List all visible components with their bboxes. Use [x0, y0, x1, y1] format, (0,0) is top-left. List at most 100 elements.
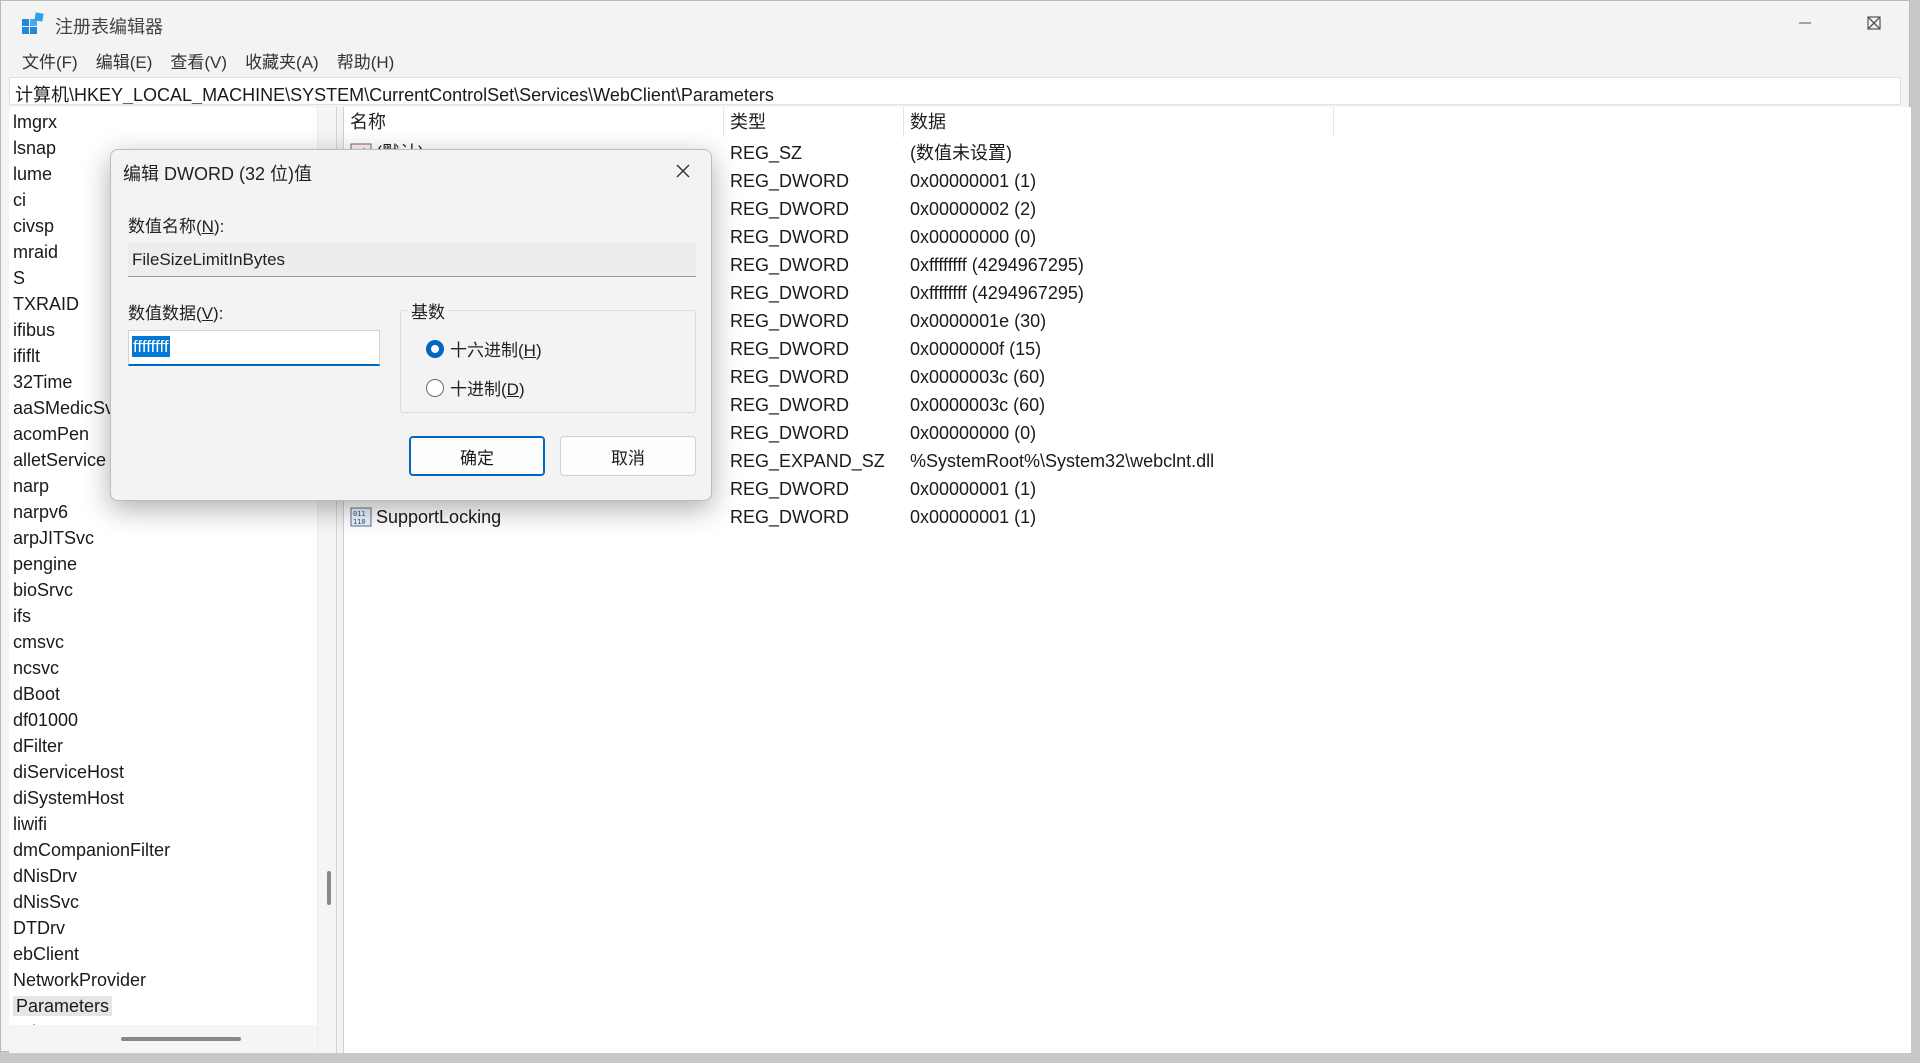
tree-item[interactable]: NetworkProvider	[13, 967, 170, 993]
window-title: 注册表编辑器	[55, 17, 163, 37]
tree-item[interactable]: bioSrvc	[13, 577, 170, 603]
value-data: 0xffffffff (4294967295)	[910, 283, 1084, 303]
close-button[interactable]	[1839, 1, 1909, 45]
edit-dword-dialog: 编辑 DWORD (32 位)值 数值名称(N): FileSizeLimitI…	[110, 149, 712, 501]
value-name-label: 数值名称(N):	[128, 217, 225, 236]
menu-view[interactable]: 查看(V)	[161, 46, 236, 75]
tree-item[interactable]: dFilter	[13, 733, 170, 759]
value-type: REG_DWORD	[730, 283, 850, 303]
value-data: 0x00000001 (1)	[910, 171, 1037, 191]
tree-item-label: diSystemHost	[13, 788, 125, 808]
tree-item[interactable]: lmgrx	[13, 109, 170, 135]
value-type: REG_DWORD	[730, 171, 850, 191]
tree-item[interactable]: dmCompanionFilter	[13, 837, 170, 863]
value-data: (数值未设置)	[910, 143, 1012, 163]
value-type: REG_DWORD	[730, 395, 850, 415]
tree-item[interactable]: ebClient	[13, 941, 170, 967]
tree-item-label: diServiceHost	[13, 762, 125, 782]
tree-item-label: alletService	[13, 450, 107, 470]
tree-item-label: acomPen	[13, 424, 90, 444]
tree-item[interactable]: Parameters	[13, 993, 170, 1019]
menu-help[interactable]: 帮助(H)	[328, 46, 404, 75]
tree-item-label: TXRAID	[13, 294, 80, 314]
column-header-name[interactable]: 名称	[344, 107, 724, 137]
tree-item[interactable]: pengine	[13, 551, 170, 577]
tree-item[interactable]: diSystemHost	[13, 785, 170, 811]
value-type: REG_DWORD	[730, 507, 850, 527]
tree-item-label: bioSrvc	[13, 580, 74, 600]
tree-item-label: aaSMedicSvc	[13, 398, 124, 418]
value-data: 0x00000002 (2)	[910, 199, 1037, 219]
tree-item[interactable]: cmsvc	[13, 629, 170, 655]
tree-item-label: ncsvc	[13, 658, 60, 678]
value-data: 0x0000003c (60)	[910, 367, 1046, 387]
base-group-label: 基数	[408, 298, 448, 323]
radio-decimal[interactable]: 十进制(D)	[426, 375, 525, 400]
address-bar[interactable]: 计算机\HKEY_LOCAL_MACHINE\SYSTEM\CurrentCon…	[9, 77, 1901, 105]
ok-button[interactable]: 确定	[409, 436, 545, 476]
tree-item[interactable]: dBoot	[13, 681, 170, 707]
value-data: 0x0000000f (15)	[910, 339, 1042, 359]
value-data: %SystemRoot%\System32\webclnt.dll	[910, 451, 1215, 471]
value-type: REG_DWORD	[730, 199, 850, 219]
column-header-data[interactable]: 数据	[904, 107, 1334, 137]
tree-item-label: civsp	[13, 216, 55, 236]
dialog-title: 编辑 DWORD (32 位)值	[123, 164, 312, 184]
tree-item-label: narpv6	[13, 502, 69, 522]
tree-item[interactable]: df01000	[13, 707, 170, 733]
value-type: REG_DWORD	[730, 367, 850, 387]
radio-hex-indicator	[426, 339, 444, 358]
tree-item-label: lmgrx	[13, 112, 57, 132]
value-data-label: 数值数据(V):	[128, 304, 224, 323]
tree-item[interactable]: arpJITSvc	[13, 525, 170, 551]
tree-item-label: liwifi	[13, 814, 47, 834]
tree-item-label: 32Time	[13, 372, 73, 392]
tree-item-label: S	[13, 268, 26, 288]
value-type: REG_SZ	[730, 143, 803, 163]
menu-bar: 文件(F) 编辑(E) 查看(V) 收藏夹(A) 帮助(H)	[1, 45, 1909, 75]
tree-item-label: ifibus	[13, 320, 56, 340]
tree-item-label: ebClient	[13, 944, 80, 964]
tree-horizontal-scrollbar[interactable]	[9, 1025, 317, 1053]
tree-item[interactable]: dNisSvc	[13, 889, 170, 915]
dword-value-icon: 011110	[350, 507, 372, 527]
tree-item-label: Parameters	[13, 996, 113, 1016]
tree-item[interactable]: dNisDrv	[13, 863, 170, 889]
tree-item[interactable]: liwifi	[13, 811, 170, 837]
svg-text:110: 110	[353, 518, 366, 526]
svg-text:011: 011	[353, 510, 366, 518]
close-icon	[1867, 16, 1881, 30]
tree-item[interactable]: ifs	[13, 603, 170, 629]
tree-item-label: narp	[13, 476, 50, 496]
value-data: 0x0000001e (30)	[910, 311, 1047, 331]
tree-item-label: ci	[13, 190, 26, 210]
value-type: REG_DWORD	[730, 339, 850, 359]
tree-item-label: pengine	[13, 554, 78, 574]
dialog-close-button[interactable]	[665, 154, 701, 188]
value-data-input[interactable]: ffffffff	[128, 330, 380, 366]
value-name-field: FileSizeLimitInBytes	[128, 243, 696, 277]
minimize-button[interactable]	[1770, 1, 1840, 45]
tree-horizontal-scroll-thumb[interactable]	[121, 1037, 241, 1041]
tree-item-label: mraid	[13, 242, 59, 262]
tree-item-label: ififlt	[13, 346, 40, 366]
tree-item[interactable]: ncsvc	[13, 655, 170, 681]
menu-favorites[interactable]: 收藏夹(A)	[236, 46, 328, 75]
menu-edit[interactable]: 编辑(E)	[87, 46, 162, 75]
tree-item-label: cmsvc	[13, 632, 64, 652]
tree-item-label: NetworkProvider	[13, 970, 147, 990]
tree-vertical-scroll-thumb[interactable]	[327, 871, 331, 905]
tree-item-label: DTDrv	[13, 918, 65, 938]
radio-hexadecimal[interactable]: 十六进制(H)	[426, 336, 542, 361]
tree-item[interactable]: DTDrv	[13, 915, 170, 941]
tree-item[interactable]: diServiceHost	[13, 759, 170, 785]
title-bar[interactable]: 注册表编辑器	[1, 1, 1909, 45]
value-data: 0x00000001 (1)	[910, 507, 1037, 527]
tree-item-label: lsnap	[13, 138, 57, 158]
cancel-button[interactable]: 取消	[560, 436, 696, 476]
value-type: REG_EXPAND_SZ	[730, 451, 885, 471]
value-row[interactable]: 011 110 SupportLocking REG_DWORD 0x00000001 …	[344, 503, 1334, 531]
column-header-type[interactable]: 类型	[724, 107, 904, 137]
tree-item[interactable]: narpv6	[13, 499, 170, 525]
menu-file[interactable]: 文件(F)	[13, 46, 87, 75]
